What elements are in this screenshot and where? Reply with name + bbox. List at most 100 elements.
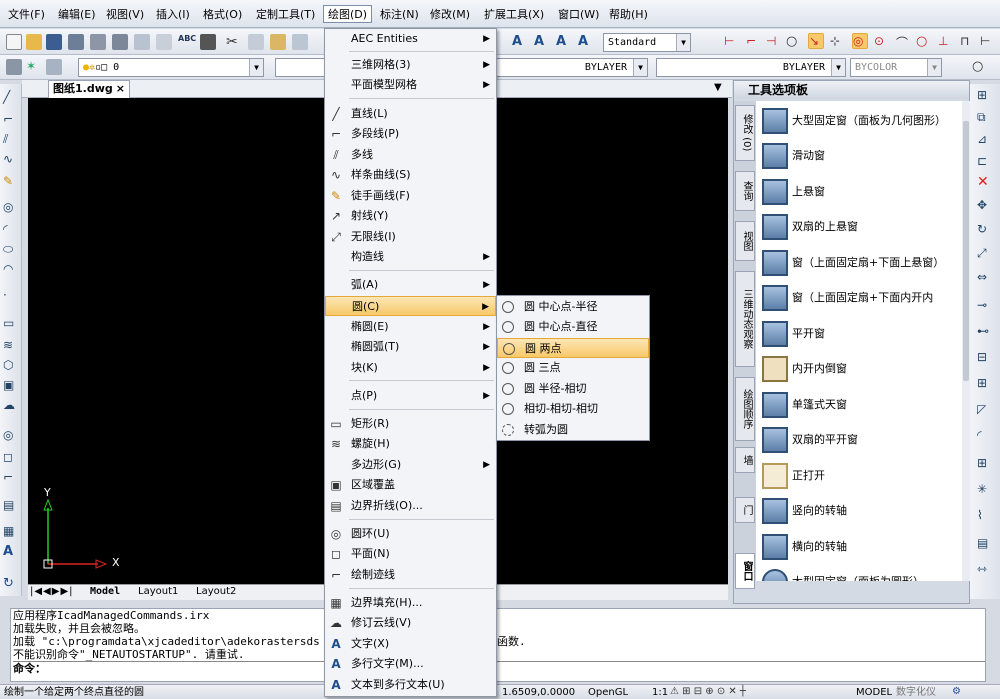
settings-icon[interactable]: ⚙ [952, 685, 961, 698]
menu-item-point[interactable]: 点(P) ▶ [325, 386, 496, 406]
palette-tab-wall[interactable]: 墙 [735, 447, 755, 473]
palette-tab-modify[interactable]: 修改 (0) [735, 105, 755, 161]
ellipse-icon[interactable]: ⬭ [3, 242, 19, 258]
layer-manager-icon[interactable] [6, 59, 22, 75]
menu-item-rectangle[interactable]: ▭ 矩形(R) [325, 414, 496, 434]
submenu-item-3p[interactable]: 圆 三点 [497, 358, 649, 378]
text-style-icon[interactable]: A [512, 34, 528, 50]
dim-jogged-icon[interactable]: ⌒ [896, 34, 912, 50]
new-icon[interactable] [6, 34, 22, 50]
sketch-icon[interactable]: ✎ [3, 174, 19, 190]
menu-item-revcloud[interactable]: ☁ 修订云线(V) [325, 613, 496, 633]
scroll-thumb[interactable] [963, 121, 969, 381]
array-icon[interactable]: ⊞ [977, 456, 993, 472]
matchprop-icon[interactable] [292, 34, 308, 50]
dim-continue-icon[interactable]: ⊓ [960, 34, 976, 50]
dim-angular-icon[interactable]: ↘ [808, 33, 824, 49]
copy-icon[interactable] [248, 34, 264, 50]
menu-item-wipeout[interactable]: ▣ 区域覆盖 [325, 475, 496, 495]
dim-diameter-icon[interactable]: ◎ [852, 33, 868, 49]
dim-baseline-icon[interactable]: ⊥ [938, 34, 954, 50]
palette-scrollbar[interactable] [962, 101, 970, 581]
break-icon[interactable]: ⊟ [977, 350, 993, 366]
arc-icon[interactable]: ◜ [3, 222, 19, 238]
menu-item-boundary[interactable]: ▤ 边界折线(O)... [325, 496, 496, 516]
menu-item-construction[interactable]: 构造线 ▶ [325, 247, 496, 267]
palette-tab-orbit[interactable]: 三维动态观察 [735, 271, 755, 367]
paste-icon[interactable] [270, 34, 286, 50]
chamfer-icon[interactable]: ◸ [977, 402, 993, 418]
menu-item-ellipse[interactable]: 椭圆(E) ▶ [325, 317, 496, 337]
dim-center-icon[interactable]: ⊹ [830, 34, 846, 50]
lengthen-icon[interactable]: ⇿ [977, 562, 993, 578]
offset-icon[interactable]: ⊏ [977, 154, 993, 170]
menu-extensions[interactable]: 扩展工具(X) [480, 6, 548, 24]
open-icon[interactable] [26, 34, 42, 50]
command-prompt[interactable]: 命令： [13, 661, 985, 675]
dim-ordinate-icon[interactable]: ⊣ [766, 34, 782, 50]
palette-item[interactable]: 滑动窗 [756, 138, 962, 174]
menu-insert[interactable]: 插入(I) [152, 6, 194, 24]
properties-icon[interactable]: ▤ [977, 536, 993, 552]
document-tab[interactable]: 图纸1.dwg × [48, 80, 130, 98]
model-space-toggle[interactable]: MODEL [856, 686, 892, 699]
publish-icon[interactable] [156, 34, 172, 50]
explode-icon[interactable]: ✳ [977, 482, 993, 498]
palette-tab-draworder[interactable]: 绘图顺序 [735, 377, 755, 441]
dim-aligned-icon[interactable]: ⌐ [746, 34, 762, 50]
dim-more-icon[interactable]: ⊢ [980, 34, 996, 50]
trace-icon[interactable]: ⌐ [3, 470, 19, 486]
palette-item[interactable]: 竖向的转轴 [756, 493, 962, 529]
menu-draw[interactable]: 绘图(D) [323, 5, 373, 23]
trim-icon[interactable]: ⊸ [977, 298, 993, 314]
lineweight-select[interactable]: BYLAYER ▼ [656, 58, 846, 77]
spellcheck-icon[interactable]: ABC [178, 34, 196, 50]
menu-item-sketch[interactable]: ✎ 徒手画线(F) [325, 186, 496, 206]
erase-icon[interactable]: ⊞ [977, 88, 993, 104]
layer-previous-icon[interactable]: ✶ [26, 59, 42, 75]
find-icon[interactable] [200, 34, 216, 50]
ellipse-arc-icon[interactable]: ◠ [3, 262, 19, 278]
copy-objects-icon[interactable]: ⧉ [977, 110, 993, 126]
menu-item-mtext[interactable]: A 多行文字(M)... [325, 654, 496, 674]
palette-title[interactable]: 工具选项板 [734, 81, 969, 99]
text-edit-icon[interactable]: A [556, 34, 572, 50]
menu-window[interactable]: 窗口(W) [554, 6, 603, 24]
close-icon[interactable]: × [116, 81, 125, 97]
menu-format[interactable]: 格式(O) [199, 6, 246, 24]
menu-item-multiline[interactable]: ⫽ 多线 [325, 145, 496, 165]
menu-item-ellipse-arc[interactable]: 椭圆弧(T) ▶ [325, 337, 496, 357]
annotation-scale[interactable]: 1:1 [652, 686, 668, 699]
stretch-icon[interactable]: ⇔ [977, 270, 993, 286]
circle-icon[interactable]: ◎ [3, 200, 19, 216]
submenu-item-2p[interactable]: 圆 两点 [497, 338, 649, 358]
menu-item-trace[interactable]: ⌐ 绘制迹线 [325, 565, 496, 585]
submenu-item-arc-to-circle[interactable]: 转弧为圆 [497, 420, 649, 440]
dim-radius-icon[interactable]: ○ [786, 34, 802, 50]
join-icon[interactable]: ⊞ [977, 376, 993, 392]
status-icons[interactable]: ⚠ ⊞ ⊟ ⊕ ⊙ ✕ ┼ [670, 685, 746, 698]
wipeout-icon[interactable]: ▣ [3, 378, 19, 394]
layer-select[interactable]: ●✲▫□ 0 ▼ [78, 58, 264, 77]
plot-icon[interactable] [112, 34, 128, 50]
extend-icon[interactable]: ⊷ [977, 324, 993, 340]
cut-icon[interactable]: ✂ [226, 34, 242, 50]
menu-item-ray[interactable]: ↗ 射线(Y) [325, 206, 496, 226]
palette-tab-window[interactable]: 窗口 [735, 553, 755, 589]
palette-item[interactable]: 单篷式天窗 [756, 387, 962, 423]
refresh-icon[interactable]: ↻ [3, 576, 19, 592]
pedit-icon[interactable]: ⌇ [977, 508, 993, 524]
tab-layout1[interactable]: Layout1 [138, 585, 178, 599]
palette-tab-door[interactable]: 门 [735, 497, 755, 523]
chevron-down-icon[interactable]: ▼ [714, 82, 722, 93]
line-icon[interactable]: ╱ [3, 90, 19, 106]
menu-item-3dmesh[interactable]: 三维网格(3) ▶ [325, 55, 496, 75]
mirror-icon[interactable]: ⊿ [977, 132, 993, 148]
submenu-item-ttt[interactable]: 相切-相切-相切 [497, 399, 649, 419]
boundary-icon[interactable]: ▤ [3, 498, 19, 514]
menu-dimension[interactable]: 标注(N) [376, 6, 423, 24]
menu-item-line[interactable]: ╱ 直线(L) [325, 104, 496, 124]
color-select[interactable] [275, 58, 325, 77]
palette-tab-query[interactable]: 查询 [735, 171, 755, 211]
menu-item-xline[interactable]: ⤢ 无限线(I) [325, 227, 496, 247]
